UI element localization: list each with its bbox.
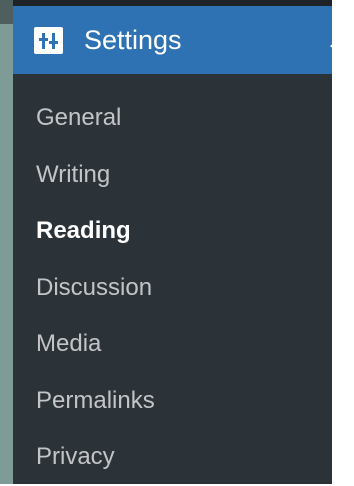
submenu-item-general[interactable]: General [13, 90, 332, 147]
submenu-item-permalinks[interactable]: Permalinks [13, 373, 332, 430]
sidebar-item-settings[interactable]: Settings [13, 6, 345, 74]
submenu-item-privacy[interactable]: Privacy [13, 429, 332, 486]
admin-sidebar: Settings General Writing Reading Discuss… [13, 0, 345, 486]
submenu-item-reading[interactable]: Reading [13, 203, 332, 260]
page-background-edge-top [0, 0, 13, 24]
sliders-icon [34, 27, 63, 54]
submenu-item-writing[interactable]: Writing [13, 147, 332, 204]
page-background-edge [0, 0, 13, 484]
settings-submenu: General Writing Reading Discussion Media… [13, 90, 332, 486]
submenu-item-discussion[interactable]: Discussion [13, 260, 332, 317]
submenu-item-media[interactable]: Media [13, 316, 332, 373]
sidebar-item-label: Settings [84, 25, 182, 55]
current-menu-pointer [330, 34, 345, 58]
